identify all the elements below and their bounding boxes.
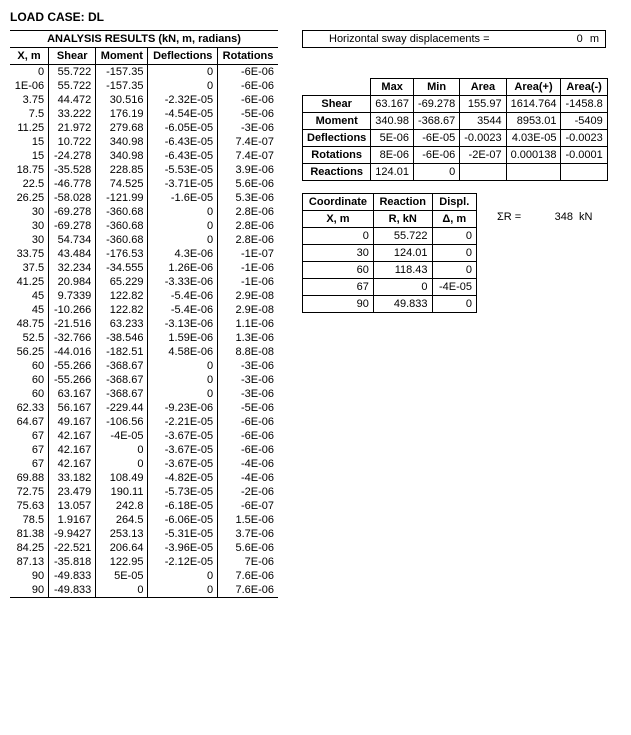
table-row: Shear63.167-69.278155.971614.764-1458.8 — [303, 96, 608, 113]
summary-table: MaxMinAreaArea(+)Area(-) Shear63.167-69.… — [302, 78, 608, 181]
table-row: 6063.167-368.670-3E-06 — [10, 387, 278, 401]
table-row: 33.7543.484-176.534.3E-06-1E-07 — [10, 247, 278, 261]
table-row: 41.2520.98465.229-3.33E-06-1E-06 — [10, 275, 278, 289]
table-row: 1510.722340.98-6.43E-057.4E-07 — [10, 135, 278, 149]
table-row: 45-10.266122.82-5.4E-062.9E-08 — [10, 303, 278, 317]
table-row: 6742.1670-3.67E-05-4E-06 — [10, 457, 278, 471]
col-header: Area(-) — [561, 79, 607, 96]
table-row: 78.51.9167264.5-6.06E-051.5E-06 — [10, 513, 278, 527]
table-row: 84.25-22.521206.64-3.96E-055.6E-06 — [10, 541, 278, 555]
table-row: 90-49.8335E-0507.6E-06 — [10, 569, 278, 583]
table-row: 81.38-9.9427253.13-5.31E-053.7E-06 — [10, 527, 278, 541]
col-header: Area — [460, 79, 506, 96]
table-row: 90-49.833007.6E-06 — [10, 583, 278, 598]
col-header: Rotations — [218, 48, 278, 65]
sway-unit: m — [586, 33, 599, 45]
table-row: 69.8833.182108.49-4.82E-05-4E-06 — [10, 471, 278, 485]
table-row: 37.532.234-34.5551.26E-06-1E-06 — [10, 261, 278, 275]
col-header: R, kN — [373, 211, 432, 228]
col-header: Reaction — [373, 194, 432, 211]
table-row: 64.6749.167-106.56-2.21E-05-6E-06 — [10, 415, 278, 429]
table-row: 7.533.222176.19-4.54E-05-5E-06 — [10, 107, 278, 121]
sigma-label: ΣR = — [497, 211, 527, 223]
col-header: Displ. — [432, 194, 476, 211]
table-row: Deflections5E-06-6E-05-0.00234.03E-05-0.… — [303, 130, 608, 147]
col-header — [303, 79, 371, 96]
table-row: 60118.430 — [303, 262, 477, 279]
col-header: Max — [371, 79, 414, 96]
table-row: 3.7544.47230.516-2.32E-05-6E-06 — [10, 93, 278, 107]
table-row: 11.2521.972279.68-6.05E-05-3E-06 — [10, 121, 278, 135]
reaction-table: CoordinateReactionDispl. X, mR, kNΔ, m 0… — [302, 193, 477, 313]
col-header: X, m — [303, 211, 374, 228]
table-row: Reactions124.010 — [303, 164, 608, 181]
table-row: 72.7523.479190.11-5.73E-05-2E-06 — [10, 485, 278, 499]
table-row: 30-69.278-360.6802.8E-06 — [10, 219, 278, 233]
col-header: X, m — [10, 48, 49, 65]
col-header: Deflections — [148, 48, 218, 65]
col-header: Shear — [49, 48, 96, 65]
table-caption: ANALYSIS RESULTS (kN, m, radians) — [10, 31, 278, 48]
sigma-unit: kN — [579, 211, 599, 223]
table-row: 670-4E-05 — [303, 279, 477, 296]
table-row: 87.13-35.818122.95-2.12E-057E-06 — [10, 555, 278, 569]
sway-value: 0 — [577, 33, 583, 45]
col-header: Area(+) — [506, 79, 561, 96]
col-header: Min — [413, 79, 459, 96]
sigma-value: 348 — [533, 211, 573, 223]
table-row: 52.5-32.766-38.5461.59E-061.3E-06 — [10, 331, 278, 345]
table-row: 26.25-58.028-121.99-1.6E-055.3E-06 — [10, 191, 278, 205]
table-row: 6742.1670-3.67E-05-6E-06 — [10, 443, 278, 457]
table-row: 3054.734-360.6802.8E-06 — [10, 233, 278, 247]
col-header: Moment — [96, 48, 148, 65]
table-row: 30-69.278-360.6802.8E-06 — [10, 205, 278, 219]
table-row: 75.6313.057242.8-6.18E-05-6E-07 — [10, 499, 278, 513]
analysis-results-table: ANALYSIS RESULTS (kN, m, radians) X, mSh… — [10, 30, 278, 598]
sigma-r: ΣR = 348 kN — [497, 211, 599, 223]
sway-displacement-box: Horizontal sway displacements = 0 m — [302, 30, 606, 48]
table-row: 15-24.278340.98-6.43E-057.4E-07 — [10, 149, 278, 163]
table-row: 60-55.266-368.670-3E-06 — [10, 359, 278, 373]
table-row: 62.3356.167-229.44-9.23E-06-5E-06 — [10, 401, 278, 415]
page-title: LOAD CASE: DL — [10, 10, 621, 24]
table-row: 055.7220 — [303, 228, 477, 245]
table-row: 055.722-157.350-6E-06 — [10, 65, 278, 80]
table-row: 56.25-44.016-182.514.58E-068.8E-08 — [10, 345, 278, 359]
table-row: Rotations8E-06-6E-06-2E-070.000138-0.000… — [303, 147, 608, 164]
table-row: 30124.010 — [303, 245, 477, 262]
col-header: Δ, m — [432, 211, 476, 228]
table-row: 22.5-46.77874.525-3.71E-055.6E-06 — [10, 177, 278, 191]
col-header: Coordinate — [303, 194, 374, 211]
table-row: 18.75-35.528228.85-5.53E-053.9E-06 — [10, 163, 278, 177]
table-row: 459.7339122.82-5.4E-062.9E-08 — [10, 289, 278, 303]
table-row: 60-55.266-368.670-3E-06 — [10, 373, 278, 387]
table-row: 6742.167-4E-05-3.67E-05-6E-06 — [10, 429, 278, 443]
table-row: 1E-0655.722-157.350-6E-06 — [10, 79, 278, 93]
table-row: 9049.8330 — [303, 296, 477, 313]
table-row: 48.75-21.51663.233-3.13E-061.1E-06 — [10, 317, 278, 331]
table-row: Moment340.98-368.6735448953.01-5409 — [303, 113, 608, 130]
sway-label: Horizontal sway displacements = — [309, 33, 490, 45]
